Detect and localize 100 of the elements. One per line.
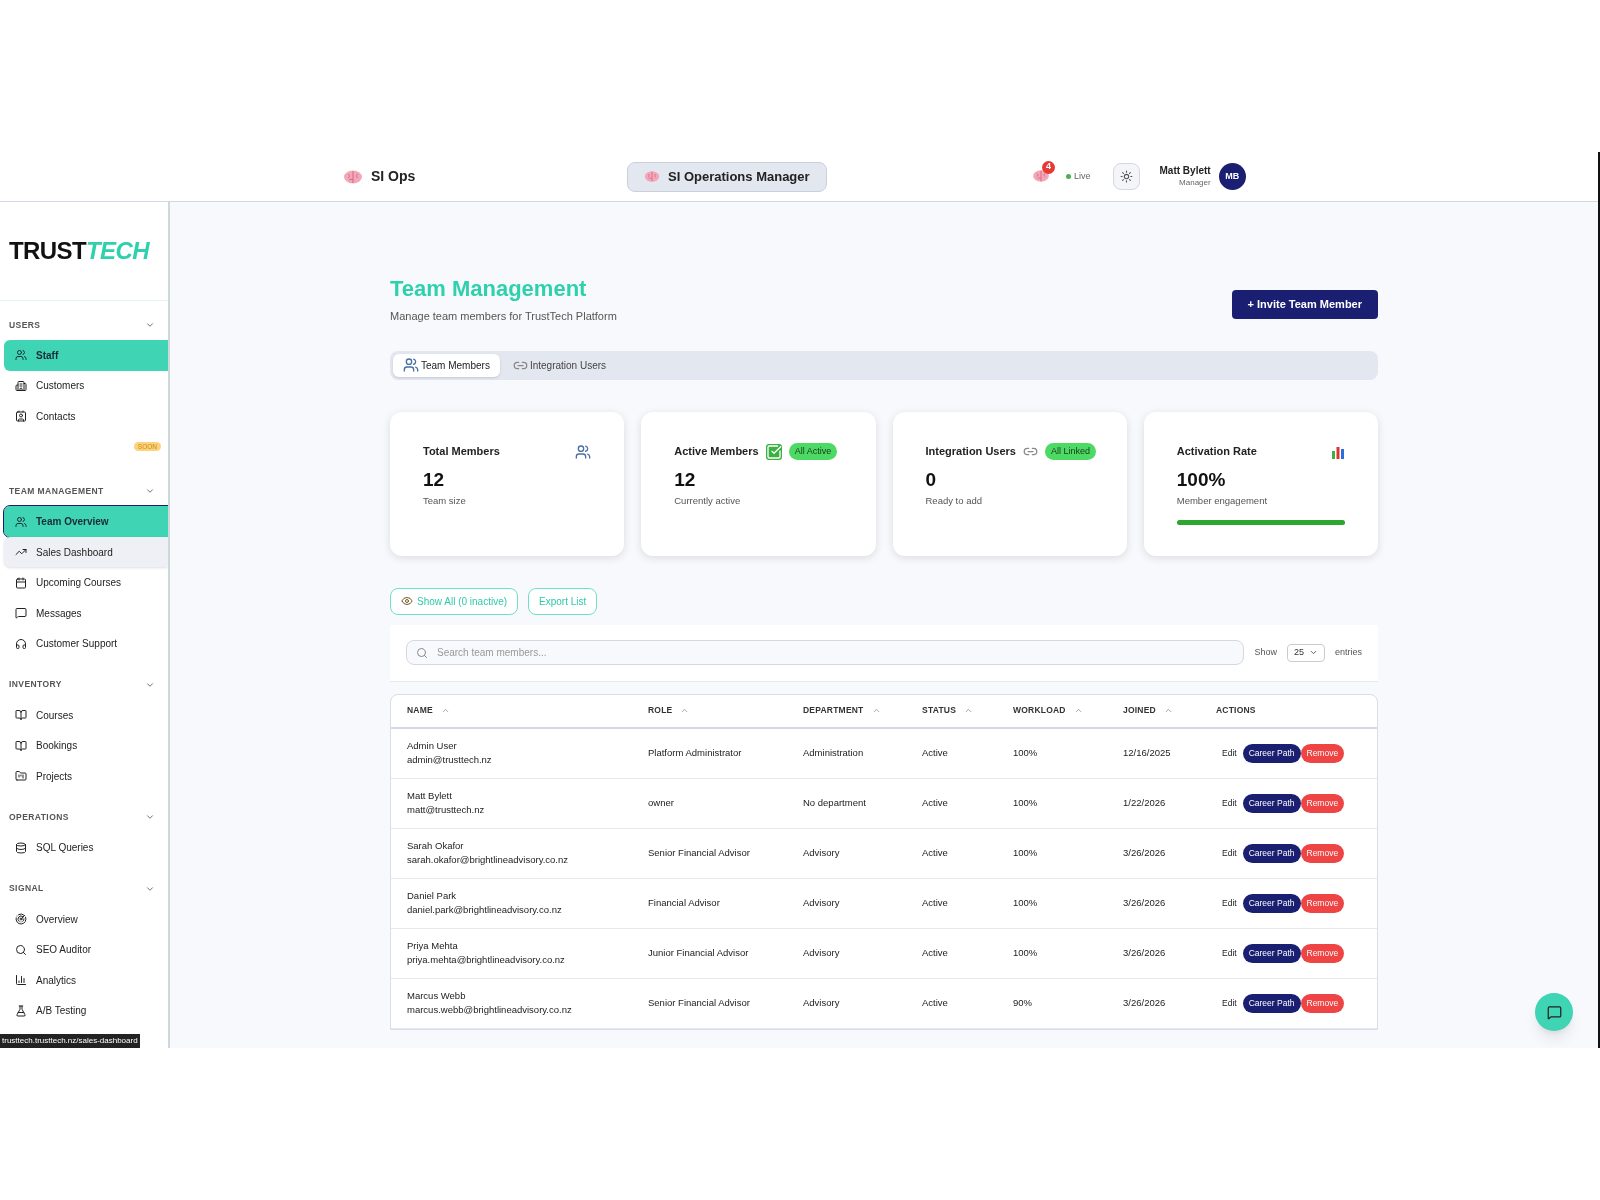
tab[interactable]: Team Members <box>393 353 500 377</box>
status-cell-text: Active <box>922 995 949 1010</box>
column-header[interactable]: NAME <box>407 704 433 717</box>
remove-button[interactable]: Remove <box>1300 843 1345 863</box>
theme-toggle-button[interactable] <box>1112 163 1140 190</box>
flask-icon <box>15 1004 27 1017</box>
nav-item[interactable]: A/B Testing <box>4 995 168 1026</box>
edit-link[interactable]: Edit <box>1216 946 1243 960</box>
nav-item[interactable]: Sales Dashboard <box>4 536 168 568</box>
edit-link[interactable]: Edit <box>1216 746 1243 760</box>
invite-button[interactable]: + Invite Team Member <box>1231 290 1378 319</box>
column-header[interactable]: STATUS <box>922 704 956 717</box>
people-icon <box>575 443 592 460</box>
joined-cell-text: 3/26/2026 <box>1123 945 1167 960</box>
chevron-down-icon[interactable] <box>145 320 155 330</box>
remove-button[interactable]: Remove <box>1300 943 1345 963</box>
calendar-icon <box>15 576 27 589</box>
department-cell-text: Administration <box>803 745 865 760</box>
member-name: Daniel Park <box>407 889 458 903</box>
nav-item[interactable]: Overview <box>4 903 168 935</box>
notification-badge: 4 <box>1042 160 1055 174</box>
nav-item[interactable]: Contacts <box>4 401 168 432</box>
member-name: Matt Bylett <box>407 789 453 803</box>
chevron-down-icon <box>1309 648 1318 657</box>
tab[interactable]: Integration Users <box>502 353 617 377</box>
edit-link[interactable]: Edit <box>1216 996 1243 1010</box>
column-header[interactable]: JOINED <box>1123 704 1156 717</box>
nav-item[interactable]: Upcoming Courses <box>4 567 168 598</box>
joined-cell-text: 3/26/2026 <box>1123 995 1167 1010</box>
joined-cell-text: 3/26/2026 <box>1123 845 1167 860</box>
sort-icon[interactable] <box>1163 706 1173 715</box>
brain-icon <box>644 170 660 183</box>
career-path-button[interactable]: Career Path <box>1242 893 1301 913</box>
sort-icon[interactable] <box>964 706 973 715</box>
sort-icon[interactable] <box>871 706 881 715</box>
workload-cell-text: 100% <box>1013 795 1039 810</box>
workspace-button[interactable]: SI Operations Manager <box>627 161 827 192</box>
stat-caption: Currently active <box>674 494 742 508</box>
remove-button[interactable]: Remove <box>1300 743 1345 763</box>
section-header: USERS <box>9 318 41 332</box>
page-size-select[interactable]: 25 <box>1287 643 1325 662</box>
column-header[interactable]: ACTIONS <box>1216 704 1256 717</box>
user-avatar[interactable]: MB <box>1218 163 1246 190</box>
nav-item[interactable]: Bookings <box>4 730 168 761</box>
member-name: Priya Mehta <box>407 939 459 953</box>
contact-card-icon <box>15 410 27 423</box>
users-icon <box>15 515 27 528</box>
workload-cell-text: 100% <box>1013 745 1039 760</box>
section-header: OPERATIONS <box>9 810 69 824</box>
sun-icon <box>1119 170 1133 183</box>
brain-icon <box>343 168 363 185</box>
stat-title: Active Members <box>674 444 759 460</box>
status-cell-text: Active <box>922 745 949 760</box>
stat-value: 12 <box>674 467 697 492</box>
nav-item[interactable]: Courses <box>4 699 168 731</box>
nav-item[interactable]: Messages <box>4 597 168 629</box>
member-email: matt@trusttech.nz <box>407 803 486 817</box>
nav-item[interactable]: Staff <box>4 340 168 371</box>
nav-item[interactable]: Analytics <box>4 964 168 996</box>
remove-button[interactable]: Remove <box>1300 793 1345 813</box>
user-role: Manager <box>1179 177 1211 188</box>
stat-caption: Ready to add <box>925 494 983 508</box>
role-cell-text: owner <box>648 795 675 810</box>
member-name: Sarah Okafor <box>407 839 465 853</box>
users-icon <box>15 349 27 362</box>
edit-link[interactable]: Edit <box>1216 796 1243 810</box>
nav-item[interactable]: Team Overview <box>4 506 168 537</box>
career-path-button[interactable]: Career Path <box>1242 843 1301 863</box>
career-path-button[interactable]: Career Path <box>1242 993 1301 1013</box>
edit-link[interactable]: Edit <box>1216 846 1243 860</box>
career-path-button[interactable]: Career Path <box>1242 743 1301 763</box>
edit-link[interactable]: Edit <box>1216 896 1243 910</box>
role-cell-text: Financial Advisor <box>648 895 721 910</box>
workload-cell-text: 100% <box>1013 845 1039 860</box>
folder-icon <box>15 770 27 782</box>
remove-button[interactable]: Remove <box>1300 893 1345 913</box>
sort-icon[interactable] <box>680 706 690 715</box>
column-header[interactable]: WORKLOAD <box>1013 704 1066 717</box>
sort-icon[interactable] <box>440 706 450 715</box>
career-path-button[interactable]: Career Path <box>1242 943 1301 963</box>
check-icon <box>765 443 782 460</box>
status-cell-text: Active <box>922 945 949 960</box>
nav-item[interactable]: SQL Queries <box>4 832 168 863</box>
column-header[interactable]: DEPARTMENT <box>803 704 864 717</box>
sort-icon[interactable] <box>1073 706 1083 715</box>
nav-item[interactable]: Customers <box>4 370 168 401</box>
remove-button[interactable]: Remove <box>1300 993 1345 1013</box>
show-label: Show <box>1254 645 1277 659</box>
search-icon <box>15 943 27 956</box>
stat-caption: Member engagement <box>1176 494 1269 508</box>
section-header: SIGNAL <box>9 882 44 896</box>
stat-value: 0 <box>925 467 938 492</box>
column-header[interactable]: ROLE <box>648 704 673 717</box>
search-field[interactable]: Search team members... <box>406 640 1245 665</box>
member-name: Marcus Webb <box>407 989 467 1003</box>
nav-item[interactable]: Customer Support <box>4 628 168 659</box>
eye-icon <box>401 595 413 607</box>
nav-item[interactable]: Projects <box>4 760 168 792</box>
nav-item[interactable]: SEO Auditor <box>4 934 168 965</box>
career-path-button[interactable]: Career Path <box>1242 793 1301 813</box>
